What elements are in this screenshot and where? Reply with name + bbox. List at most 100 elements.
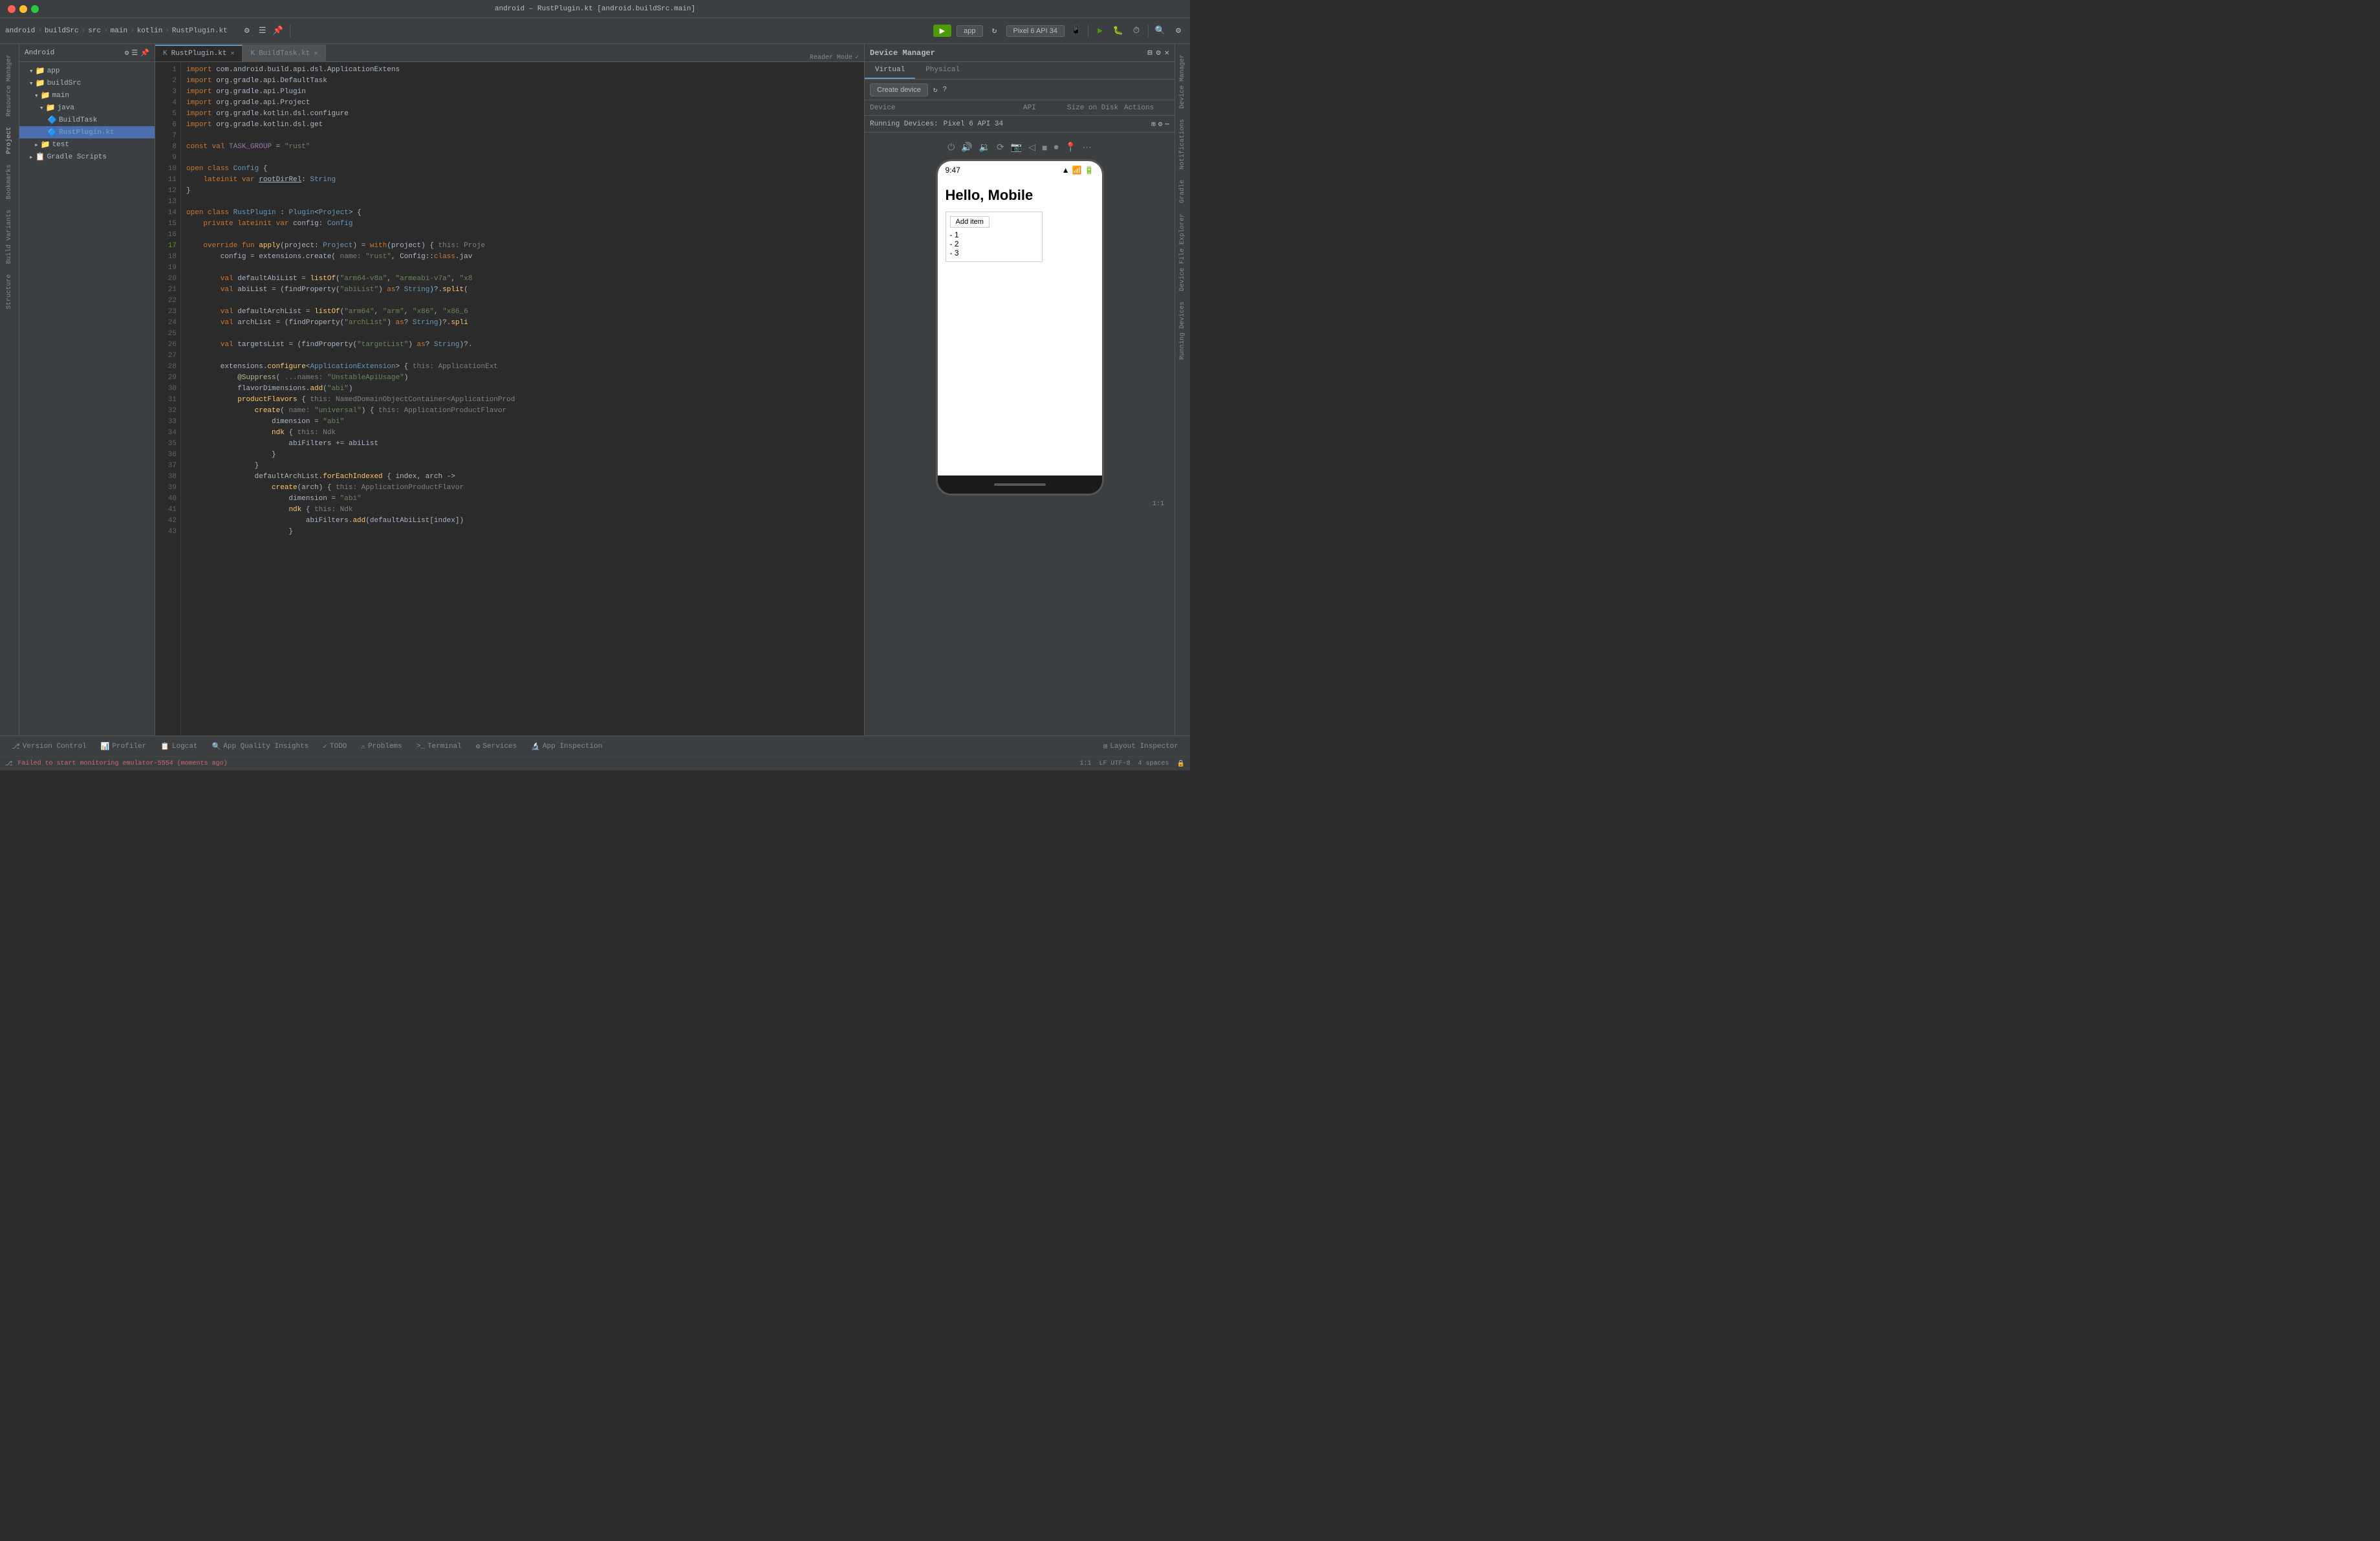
sidebar-tab-device-manager[interactable]: Device Manager (1176, 49, 1189, 114)
sidebar-tab-bookmarks[interactable]: Bookmarks (3, 159, 16, 204)
traffic-lights[interactable] (8, 5, 39, 13)
indent[interactable]: 4 spaces (1138, 760, 1169, 768)
line-numbers: 12345 678910 1112131415 1617181920 21222… (155, 62, 181, 736)
stop-btn[interactable]: ■ (1041, 141, 1048, 154)
volume-down-btn[interactable]: 🔉 (978, 140, 991, 154)
sidebar-tab-build-variants[interactable]: Build Variants (3, 204, 16, 269)
col-actions: Actions (1124, 104, 1169, 112)
sidebar-tab-project[interactable]: Project (3, 122, 16, 159)
settings-icon[interactable]: ⚙ (1156, 48, 1161, 58)
device-tab-virtual[interactable]: Virtual (865, 62, 915, 79)
folder-icon: 📁 (41, 91, 50, 100)
breadcrumb-android[interactable]: android (5, 27, 35, 35)
bottom-tab-services[interactable]: ⚙ Services (470, 739, 523, 754)
collapse-icon[interactable]: ☰ (131, 49, 138, 58)
bottom-tab-layout-inspector[interactable]: ⊞ Layout Inspector (1097, 739, 1185, 754)
settings-gear-icon[interactable]: ⚙ (1172, 25, 1185, 38)
bottom-tab-version-control[interactable]: ⎇ Version Control (5, 739, 93, 754)
breadcrumb-main[interactable]: main (111, 27, 127, 35)
sidebar-tab-device-file-explorer[interactable]: Device File Explorer (1176, 208, 1189, 296)
project-panel-title[interactable]: Android (25, 49, 54, 57)
tree-item-java[interactable]: ▾ 📁 java (19, 102, 155, 114)
search-icon[interactable]: 🔍 (1154, 25, 1167, 38)
run-button[interactable]: ▶ (933, 25, 951, 37)
breadcrumb-file[interactable]: RustPlugin.kt (172, 27, 228, 35)
profile-icon[interactable]: ⏱ (1130, 25, 1143, 38)
device-controls: ⏻ 🔊 🔉 ⟳ 📷 ◁ ■ ⏺ 📍 ⋯ (872, 140, 1167, 154)
running-device-name[interactable]: Pixel 6 API 34 (944, 120, 1003, 128)
create-device-button[interactable]: Create device (870, 83, 928, 96)
debug-icon[interactable]: 🐛 (1112, 25, 1125, 38)
editor-tab-buildtask[interactable]: K BuildTask.kt ✕ (243, 45, 326, 61)
resize-icon[interactable]: ⊟ (1147, 48, 1152, 58)
breadcrumb-kotlin[interactable]: kotlin (137, 27, 163, 35)
bottom-tab-terminal[interactable]: >_ Terminal (410, 740, 468, 753)
refresh-icon[interactable]: ↻ (933, 85, 938, 94)
tree-item-gradle-scripts[interactable]: ▸ 📋 Gradle Scripts (19, 151, 155, 163)
list-item-3: - 3 (950, 248, 1038, 257)
bottom-tab-label: Layout Inspector (1110, 743, 1178, 750)
tree-item-rustplugin[interactable]: 🔷 RustPlugin.kt (19, 126, 155, 138)
bottom-tab-logcat[interactable]: 📋 Logcat (154, 739, 204, 754)
more-device-btn[interactable]: ⋯ (1081, 140, 1093, 154)
tab-close-buildtask[interactable]: ✕ (314, 50, 318, 58)
sidebar-tab-resource-manager[interactable]: Resource Manager (3, 49, 16, 122)
bottom-tab-app-inspection[interactable]: 🔬 App Inspection (525, 739, 609, 754)
device-manager-icon[interactable]: 📱 (1070, 25, 1083, 38)
pin-panel-icon[interactable]: 📌 (140, 49, 149, 58)
editor-tab-rustplugin[interactable]: K RustPlugin.kt ✕ (155, 45, 243, 61)
expand-icon[interactable]: ⊞ (1151, 120, 1156, 129)
gear-icon[interactable]: ⚙ (125, 49, 129, 58)
tree-item-buildsrc[interactable]: ▾ 📁 buildSrc (19, 77, 155, 89)
bottom-tab-app-quality[interactable]: 🔍 App Quality Insights (206, 739, 316, 754)
rotate-btn[interactable]: ⟳ (995, 140, 1006, 154)
sidebar-tab-running-devices[interactable]: Running Devices (1176, 296, 1189, 365)
tree-item-buildtask[interactable]: 🔷 BuildTask (19, 114, 155, 126)
breadcrumb-src[interactable]: src (88, 27, 101, 35)
settings-row-icon[interactable]: ⚙ (1158, 120, 1163, 129)
breadcrumb-buildsrc[interactable]: buildSrc (45, 27, 79, 35)
list-icon[interactable]: ☰ (256, 25, 269, 38)
device-tab-physical[interactable]: Physical (915, 62, 970, 79)
run-icon[interactable]: ▶ (1094, 25, 1107, 38)
pin-icon[interactable]: 📌 (272, 25, 285, 38)
app-config-button[interactable]: app (957, 25, 982, 37)
sidebar-tab-structure[interactable]: Structure (3, 269, 16, 314)
help-icon[interactable]: ? (943, 86, 947, 94)
code-editor[interactable]: import com.android.build.api.dsl.Applica… (181, 62, 864, 736)
tree-expand-icon: ▾ (29, 79, 34, 88)
tree-item-app[interactable]: ▾ 📁 app (19, 65, 155, 77)
settings-icon[interactable]: ⚙ (241, 25, 254, 38)
add-item-button[interactable]: Add item (950, 216, 990, 228)
col-device[interactable]: Device (870, 104, 1018, 112)
power-btn[interactable]: ⏻ (946, 140, 956, 154)
bottom-tab-label: Services (482, 743, 517, 750)
record-btn[interactable]: ⏺ (1052, 140, 1059, 154)
sidebar-tab-notifications[interactable]: Notifications (1176, 114, 1189, 175)
encoding[interactable]: LF UTF-8 (1099, 760, 1130, 768)
bottom-tab-problems[interactable]: ⚠ Problems (354, 739, 408, 754)
status-bar: ⎇ Failed to start monitoring emulator-55… (0, 756, 1190, 770)
tree-item-main[interactable]: ▾ 📁 main (19, 89, 155, 102)
device-selector[interactable]: Pixel 6 API 34 (1006, 25, 1065, 37)
back-btn[interactable]: ◁ (1027, 140, 1037, 154)
maximize-button[interactable] (31, 5, 39, 13)
sync-icon[interactable]: ↻ (988, 25, 1001, 38)
editor-area[interactable]: 12345 678910 1112131415 1617181920 21222… (155, 62, 864, 736)
minimize-button[interactable] (19, 5, 27, 13)
volume-up-btn[interactable]: 🔊 (960, 140, 973, 154)
sidebar-tab-gradle[interactable]: Gradle (1176, 175, 1189, 208)
reader-mode[interactable]: Reader Mode ✓ (805, 54, 864, 61)
bottom-tab-todo[interactable]: ✓ TODO (316, 739, 353, 754)
device-screen[interactable]: Hello, Mobile Add item - 1 - 2 - 3 (938, 179, 1102, 475)
close-button[interactable] (8, 5, 16, 13)
screenshot-btn[interactable]: 📷 (1010, 140, 1023, 154)
tree-item-test[interactable]: ▸ 📁 test (19, 138, 155, 151)
line-col[interactable]: 1:1 (1080, 760, 1092, 768)
more-icon[interactable]: ⋯ (1165, 120, 1169, 129)
services-icon: ⚙ (476, 742, 481, 751)
tab-close-rustplugin[interactable]: ✕ (230, 50, 234, 58)
bottom-tab-profiler[interactable]: 📊 Profiler (94, 739, 153, 754)
close-panel-icon[interactable]: ✕ (1165, 48, 1169, 58)
location-btn[interactable]: 📍 (1063, 140, 1077, 154)
